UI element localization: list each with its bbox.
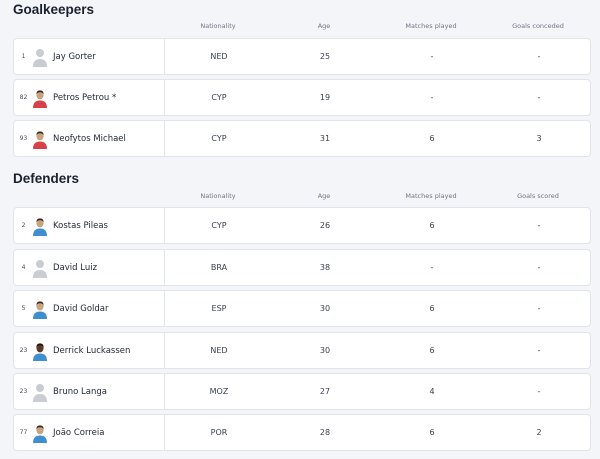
column-header-matches-played: Matches played	[405, 22, 457, 30]
nationality-cell: CYP	[211, 93, 227, 102]
stat-cell: -	[537, 304, 541, 313]
nationality-cell: NED	[210, 52, 228, 61]
row-divider	[164, 121, 165, 156]
row-divider	[164, 208, 165, 243]
row-divider	[164, 39, 165, 74]
player-row[interactable]: 5 David Goldar ESP 30 6 -	[13, 290, 591, 327]
shirt-number: 23	[19, 347, 28, 354]
player-name-link[interactable]: Petros Petrou *	[53, 80, 116, 115]
row-divider	[164, 250, 165, 285]
stat-cell: -	[537, 93, 541, 102]
age-cell: 31	[319, 134, 331, 143]
matches-played-cell: 4	[429, 387, 435, 396]
player-avatar-icon	[32, 88, 48, 108]
nationality-cell: CYP	[211, 221, 227, 230]
player-avatar-icon	[32, 129, 48, 149]
player-avatar-icon	[32, 299, 48, 319]
matches-played-cell: -	[430, 93, 434, 102]
nationality-cell: CYP	[211, 134, 227, 143]
nationality-cell: ESP	[211, 304, 227, 313]
player-name-link[interactable]: Derrick Luckassen	[53, 333, 130, 368]
age-cell: 30	[319, 304, 331, 313]
player-row[interactable]: 4 David Luiz BRA 38 - -	[13, 249, 591, 286]
stat-cell: -	[537, 263, 541, 272]
matches-played-cell: 6	[429, 304, 435, 313]
stat-cell: 2	[536, 428, 542, 437]
section-title-goalkeepers: Goalkeepers	[13, 2, 95, 17]
column-header-goals-conceded: Goals conceded	[512, 22, 564, 30]
player-avatar-icon	[32, 423, 48, 443]
stat-cell: -	[537, 52, 541, 61]
age-cell: 38	[319, 263, 331, 272]
row-divider	[164, 291, 165, 326]
shirt-number: 1	[21, 53, 26, 60]
age-cell: 30	[319, 346, 331, 355]
shirt-number: 2	[21, 222, 26, 229]
player-name-link[interactable]: Neofytos Michael	[53, 121, 126, 156]
player-name-link[interactable]: David Luiz	[53, 250, 97, 285]
player-avatar-icon	[32, 258, 48, 278]
nationality-cell: POR	[210, 428, 228, 437]
row-divider	[164, 415, 165, 450]
player-row[interactable]: 23 Bruno Langa MOZ 27 4 -	[13, 373, 591, 410]
column-header-age: Age	[317, 22, 331, 30]
player-avatar-icon	[32, 216, 48, 236]
age-cell: 25	[319, 52, 331, 61]
player-row[interactable]: 93 Neofytos Michael CYP 31 6 3	[13, 120, 591, 157]
matches-played-cell: 6	[429, 428, 435, 437]
stat-cell: -	[537, 221, 541, 230]
player-avatar-icon	[32, 47, 48, 67]
age-cell: 26	[319, 221, 331, 230]
player-row[interactable]: 82 Petros Petrou * CYP 19 - -	[13, 79, 591, 116]
player-name-link[interactable]: Kostas Pileas	[53, 208, 108, 243]
stat-cell: 3	[536, 134, 542, 143]
column-header-goals-scored: Goals scored	[517, 192, 559, 200]
player-row[interactable]: 23 Derrick Luckassen NED 30 6 -	[13, 332, 591, 369]
age-cell: 28	[319, 428, 331, 437]
player-name-link[interactable]: Bruno Langa	[53, 374, 107, 409]
player-avatar-icon	[32, 382, 48, 402]
matches-played-cell: 6	[429, 221, 435, 230]
column-header-nationality: Nationality	[200, 192, 236, 200]
matches-played-cell: 6	[429, 134, 435, 143]
matches-played-cell: -	[430, 52, 434, 61]
matches-played-cell: 6	[429, 346, 435, 355]
age-cell: 19	[319, 93, 331, 102]
column-header-matches-played: Matches played	[405, 192, 457, 200]
player-name-link[interactable]: David Goldar	[53, 291, 109, 326]
shirt-number: 23	[19, 388, 28, 395]
player-row[interactable]: 1 Jay Gorter NED 25 - -	[13, 38, 591, 75]
row-divider	[164, 333, 165, 368]
nationality-cell: BRA	[210, 263, 228, 272]
player-avatar-icon	[32, 341, 48, 361]
column-header-nationality: Nationality	[200, 22, 236, 30]
player-name-link[interactable]: Jay Gorter	[53, 39, 96, 74]
shirt-number: 93	[19, 135, 28, 142]
player-row[interactable]: 77 João Correia POR 28 6 2	[13, 414, 591, 451]
stat-cell: -	[537, 346, 541, 355]
nationality-cell: NED	[210, 346, 228, 355]
row-divider	[164, 374, 165, 409]
player-name-link[interactable]: João Correia	[53, 415, 104, 450]
nationality-cell: MOZ	[209, 387, 229, 396]
row-divider	[164, 80, 165, 115]
shirt-number: 77	[19, 429, 28, 436]
player-row[interactable]: 2 Kostas Pileas CYP 26 6 -	[13, 207, 591, 244]
shirt-number: 82	[19, 94, 28, 101]
section-title-defenders: Defenders	[13, 171, 80, 186]
matches-played-cell: -	[430, 263, 434, 272]
column-header-age: Age	[317, 192, 331, 200]
stat-cell: -	[537, 387, 541, 396]
age-cell: 27	[319, 387, 331, 396]
shirt-number: 5	[21, 305, 26, 312]
shirt-number: 4	[21, 264, 26, 271]
